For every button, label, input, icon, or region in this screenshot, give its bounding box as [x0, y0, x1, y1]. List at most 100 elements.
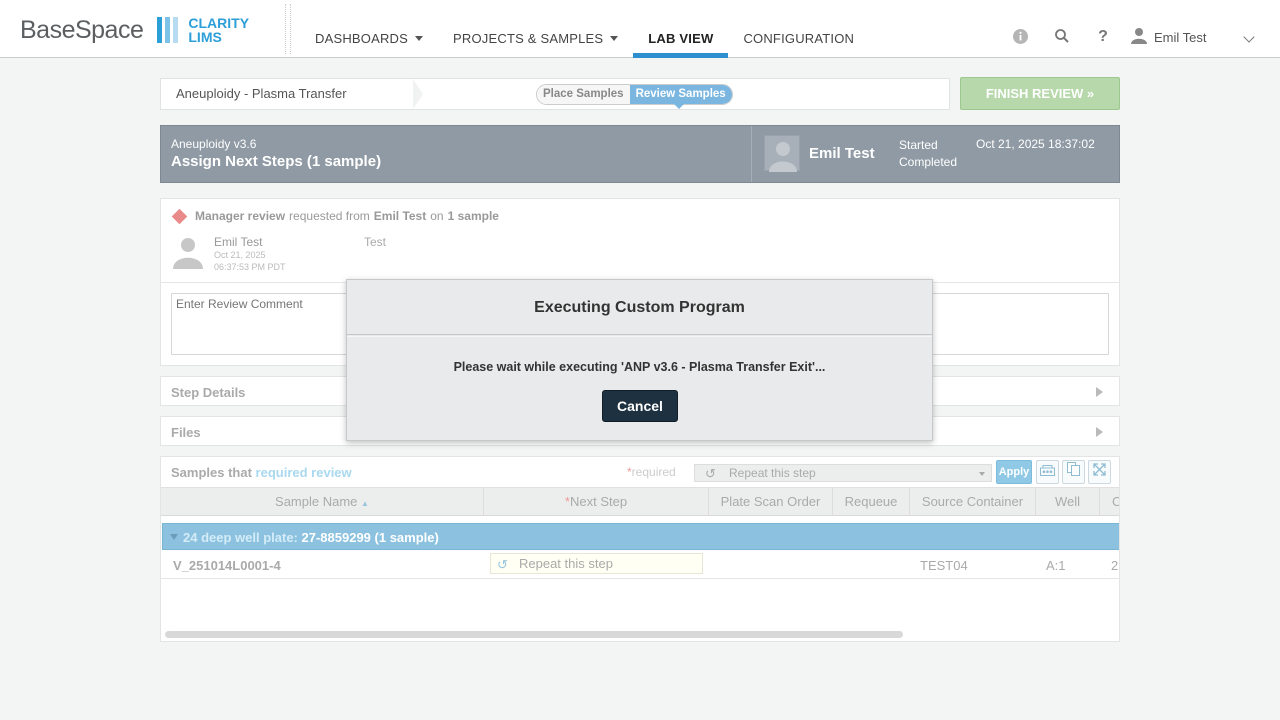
expand-arrow-icon [1096, 427, 1103, 437]
column-truncated[interactable]: C [1100, 488, 1119, 516]
current-user-name[interactable]: Emil Test [1154, 30, 1207, 45]
column-sample-name-label: Sample Name [275, 494, 358, 509]
process-name: Aneuploidy - Plasma Transfer [161, 79, 423, 109]
user-menu-chevron-icon[interactable] [1243, 31, 1255, 43]
expand-icon[interactable] [1088, 460, 1111, 484]
source-container: TEST04 [920, 558, 968, 573]
repeat-icon: ↺ [705, 466, 716, 481]
expand-arrow-icon [1096, 387, 1103, 397]
chevron-down-icon [979, 472, 985, 476]
bulk-next-step-value: Repeat this step [729, 466, 816, 480]
files-label: Files [171, 425, 201, 440]
step-review-samples[interactable]: Review Samples [629, 85, 732, 104]
help-icon[interactable]: ? [1094, 28, 1112, 46]
dialog-title: Executing Custom Program [347, 280, 932, 335]
repeat-icon: ↺ [497, 557, 508, 572]
technician-name: Emil Test [809, 145, 875, 162]
column-next-step-label: Next Step [569, 494, 628, 509]
avatar [172, 235, 204, 269]
basespace-clarity-logo[interactable]: BaseSpace CLARITY LIMS [20, 14, 249, 46]
nav-configuration-label: CONFIGURATION [743, 30, 855, 46]
step-place-samples[interactable]: Place Samples [537, 85, 630, 104]
comment-date: Oct 21, 2025 [214, 250, 266, 260]
search-icon[interactable] [1053, 28, 1071, 46]
container-id: 27-8859299 [301, 530, 371, 545]
completed-label: Completed [899, 155, 958, 169]
logo-basespace-text: BaseSpace [20, 15, 144, 44]
current-step-pointer [673, 103, 685, 109]
container-sample-count: (1 sample) [374, 530, 439, 545]
column-next-step[interactable]: *Next Step [484, 488, 709, 516]
column-source-container[interactable]: Source Container [910, 488, 1036, 516]
info-icon[interactable] [1011, 28, 1029, 46]
status-labels: Started Completed [899, 137, 957, 171]
well: A:1 [1046, 558, 1066, 573]
cancel-button[interactable]: Cancel [602, 390, 678, 422]
plate-view-icon[interactable] [1036, 460, 1059, 484]
collapse-triangle-icon[interactable] [170, 534, 178, 540]
review-on-text: on [430, 209, 444, 223]
finish-review-button[interactable]: FINISH REVIEW » [960, 77, 1120, 110]
sample-name: V_251014L0001-4 [173, 558, 281, 573]
executing-program-dialog: Executing Custom Program Please wait whi… [346, 279, 933, 441]
comment-text: Test [364, 235, 387, 249]
step-title: Assign Next Steps (1 sample) [171, 153, 382, 170]
copy-icon[interactable] [1062, 460, 1085, 484]
sort-ascending-icon: ▲ [361, 499, 369, 508]
samples-heading-highlight: required review [255, 465, 352, 480]
container-group-label: 24 deep well plate: 27-8859299 (1 sample… [183, 530, 439, 545]
samples-heading-prefix: Samples that [171, 465, 252, 480]
dialog-message: Please wait while executing 'ANP v3.6 - … [453, 360, 826, 374]
chevron-down-icon [415, 35, 424, 41]
review-sample-count: 1 sample [447, 209, 499, 223]
nav-dashboards-label: DASHBOARDS [315, 30, 409, 46]
logo-clarity-lims-text: CLARITY LIMS [188, 16, 249, 44]
nav-configuration[interactable]: CONFIGURATION [728, 0, 869, 58]
column-sample-name[interactable]: Sample Name ▲ [161, 488, 484, 516]
column-well[interactable]: Well [1036, 488, 1100, 516]
samples-heading: Samples that required review [171, 465, 352, 480]
comment-author: Emil Test [214, 235, 263, 249]
required-note: *required [627, 465, 676, 479]
horizontal-scrollbar[interactable] [165, 631, 903, 638]
main-nav: DASHBOARDS PROJECTS & SAMPLES LAB VIEW C… [300, 0, 869, 58]
started-date: Oct 21, 2025 18:37:02 [976, 137, 1095, 151]
table-header-row: Sample Name ▲ *Next Step Plate Scan Orde… [161, 487, 1119, 516]
process-bar: Aneuploidy - Plasma Transfer Place Sampl… [160, 78, 950, 110]
nav-lab-view[interactable]: LAB VIEW [633, 0, 729, 58]
column-requeue[interactable]: Requeue [833, 488, 910, 516]
container-type: 24 deep well plate: [183, 530, 298, 545]
divider [347, 336, 932, 337]
avatar [764, 135, 800, 172]
comment-timestamp: Oct 21, 2025 06:37:53 PM PDT [214, 249, 286, 273]
comment-time: 06:37:53 PM PDT [214, 262, 286, 272]
banner-divider [751, 126, 752, 182]
step-header-banner: Aneuploidy v3.6 Assign Next Steps (1 sam… [160, 125, 1120, 183]
truncated-cell: 2 [1111, 558, 1119, 573]
apply-button[interactable]: Apply [996, 460, 1032, 484]
nav-projects-samples[interactable]: PROJECTS & SAMPLES [438, 0, 633, 58]
started-label: Started [899, 138, 938, 152]
step-progress: Place Samples Review Samples [536, 84, 733, 105]
required-label: required [631, 465, 676, 479]
samples-panel: Samples that required review *required ↺… [160, 456, 1120, 642]
table-row: V_251014L0001-4 ↺ Repeat this step TEST0… [161, 551, 1119, 579]
container-group-row[interactable]: 24 deep well plate: 27-8859299 (1 sample… [162, 523, 1119, 550]
review-requester: Emil Test [373, 209, 427, 223]
next-step-select[interactable]: ↺ Repeat this step [490, 553, 703, 574]
protocol-name: Aneuploidy v3.6 [171, 137, 257, 151]
column-plate-scan-order[interactable]: Plate Scan Order [709, 488, 833, 516]
nav-divider [285, 4, 291, 54]
step-details-label: Step Details [171, 385, 246, 400]
nav-projects-samples-label: PROJECTS & SAMPLES [453, 30, 604, 46]
logo-line2: LIMS [188, 29, 222, 45]
chevron-down-icon [610, 35, 619, 41]
bulk-next-step-select[interactable]: ↺ Repeat this step [694, 464, 992, 482]
user-icon[interactable] [1130, 27, 1148, 45]
review-mid-text: requested from [289, 209, 370, 223]
nav-dashboards[interactable]: DASHBOARDS [300, 0, 438, 58]
logo-bars-icon [157, 17, 179, 43]
top-navigation-bar: BaseSpace CLARITY LIMS DASHBOARDS PROJEC… [0, 0, 1280, 58]
next-step-value: Repeat this step [519, 556, 613, 571]
review-type: Manager review [195, 209, 286, 223]
